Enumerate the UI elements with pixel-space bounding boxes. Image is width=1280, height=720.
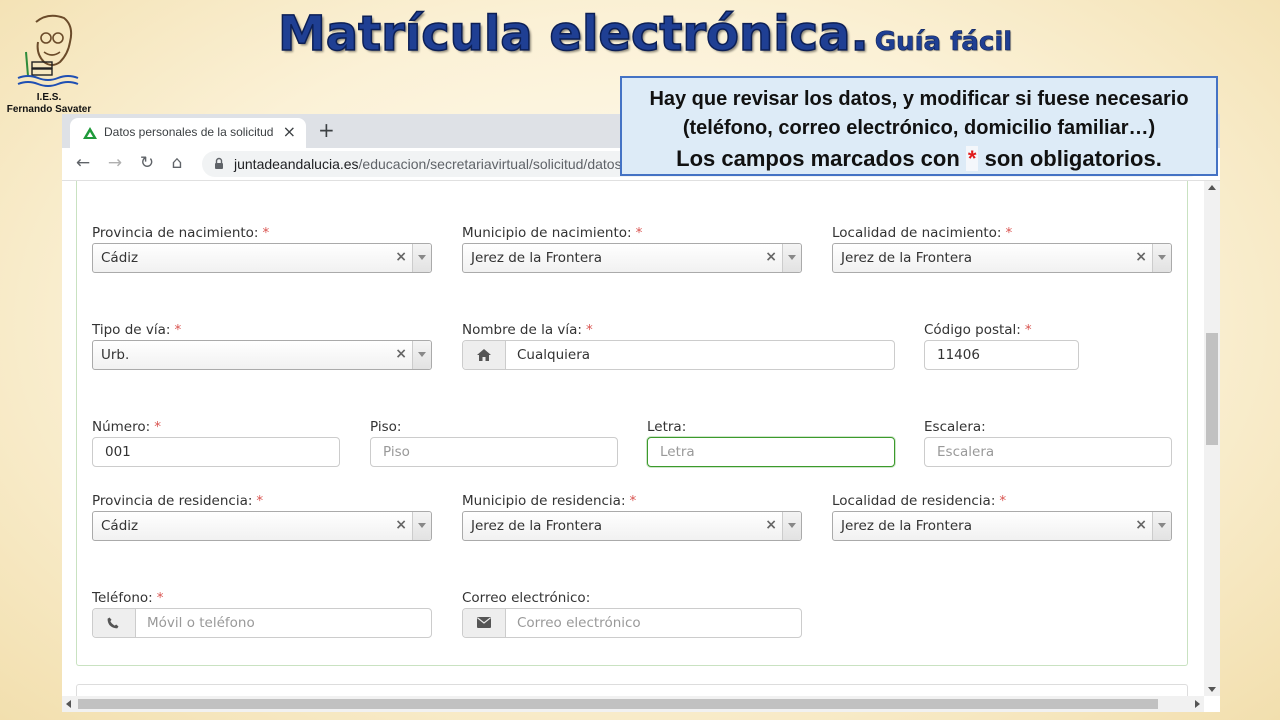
vertical-scrollbar[interactable] — [1204, 181, 1220, 696]
school-logo: I.E.S. Fernando Savater — [4, 12, 94, 116]
letra-input[interactable]: Letra — [647, 437, 895, 467]
callout-required-star: * — [965, 146, 979, 171]
callout-line2: (teléfono, correo electrónico, domicilio… — [682, 117, 1156, 139]
required-mark: * — [262, 225, 270, 241]
new-tab-button[interactable]: + — [318, 118, 335, 142]
localidad-nacimiento-select[interactable]: Jerez de la Frontera × — [832, 243, 1172, 273]
clear-icon[interactable]: × — [395, 249, 407, 265]
correo-input[interactable]: Correo electrónico — [462, 608, 802, 638]
lock-icon — [215, 157, 223, 169]
clear-icon[interactable]: × — [1135, 249, 1147, 265]
telefono-input[interactable]: Móvil o teléfono — [92, 608, 432, 638]
clear-icon[interactable]: × — [765, 249, 777, 265]
phone-addon — [93, 609, 136, 637]
piso-input[interactable]: Piso — [370, 437, 618, 467]
required-mark: * — [156, 590, 164, 606]
chevron-down-icon[interactable] — [1152, 512, 1171, 540]
tab-datos-personales[interactable]: Datos personales de la solicitud × — [70, 118, 306, 148]
horizontal-scroll-thumb[interactable] — [78, 699, 1158, 709]
browser-window: Datos personales de la solicitud × + ← →… — [62, 114, 1220, 712]
back-arrow-icon[interactable]: ← — [72, 153, 94, 173]
numero-input[interactable]: 001 — [92, 437, 340, 467]
escalera-input[interactable]: Escalera — [924, 437, 1172, 467]
label-municipio-residencia: Municipio de residencia: * — [462, 493, 637, 509]
required-mark: * — [1005, 225, 1013, 241]
municipio-nacimiento-select[interactable]: Jerez de la Frontera × — [462, 243, 802, 273]
url-text: juntadeandalucia.es/educacion/secretaria… — [234, 156, 622, 172]
callout-line3: Los campos marcados con * son obligatori… — [676, 146, 1162, 171]
instruction-callout: Hay que revisar los datos, y modificar s… — [620, 76, 1218, 176]
page-content: Provincia de nacimiento: * Cádiz × Munici… — [62, 181, 1204, 705]
chevron-down-icon[interactable] — [782, 512, 801, 540]
chevron-down-icon[interactable] — [782, 244, 801, 272]
label-numero: Número: * — [92, 419, 161, 435]
label-provincia-residencia: Provincia de residencia: * — [92, 493, 264, 509]
provincia-residencia-select[interactable]: Cádiz × — [92, 511, 432, 541]
slide-title-sub: Guía fácil — [874, 27, 1013, 58]
label-tipo-via: Tipo de vía: * — [92, 322, 182, 338]
horizontal-scrollbar[interactable] — [62, 696, 1204, 712]
required-mark: * — [154, 419, 161, 435]
label-localidad-residencia: Localidad de residencia: * — [832, 493, 1007, 509]
slide-title-main: Matrícula electrónica. — [277, 5, 869, 63]
tipo-via-select[interactable]: Urb. × — [92, 340, 432, 370]
label-telefono: Teléfono: * — [92, 590, 164, 606]
envelope-icon — [477, 617, 491, 628]
clear-icon[interactable]: × — [395, 517, 407, 533]
url-path: /educacion/secretariavirtual/solicitud/d… — [358, 156, 622, 172]
home-icon — [477, 349, 491, 361]
label-letra: Letra: — [647, 419, 687, 435]
slide-title: Matrícula electrónica. Guía fácil — [277, 5, 1038, 68]
municipio-residencia-select[interactable]: Jerez de la Frontera × — [462, 511, 802, 541]
required-mark: * — [999, 493, 1007, 509]
forward-arrow-icon[interactable]: → — [104, 153, 126, 173]
label-piso: Piso: — [370, 419, 402, 435]
label-nombre-via: Nombre de la vía: * — [462, 322, 593, 338]
home-addon — [463, 341, 506, 369]
chevron-down-icon[interactable] — [1152, 244, 1171, 272]
callout-line1: Hay que revisar los datos, y modificar s… — [649, 88, 1189, 110]
logo-text-line1: I.E.S. — [36, 92, 62, 103]
required-mark: * — [174, 322, 182, 338]
label-provincia-nacimiento: Provincia de nacimiento: * — [92, 225, 270, 241]
clear-icon[interactable]: × — [765, 517, 777, 533]
vertical-scroll-thumb[interactable] — [1206, 333, 1218, 445]
home-icon[interactable]: ⌂ — [166, 153, 188, 173]
chevron-down-icon[interactable] — [412, 341, 431, 369]
tab-title: Datos personales de la solicitud — [104, 125, 274, 139]
scroll-left-arrow-icon[interactable] — [66, 700, 71, 708]
url-domain: juntadeandalucia.es — [234, 156, 359, 172]
chevron-down-icon[interactable] — [412, 512, 431, 540]
label-localidad-nacimiento: Localidad de nacimiento: * — [832, 225, 1013, 241]
required-mark: * — [1024, 322, 1032, 338]
nombre-via-input[interactable]: Cualquiera — [462, 340, 895, 370]
school-logo-icon — [17, 14, 79, 87]
clear-icon[interactable]: × — [395, 346, 407, 362]
tab-close-icon[interactable]: × — [283, 122, 296, 141]
reload-icon[interactable]: ↻ — [136, 153, 158, 173]
label-correo: Correo electrónico: — [462, 590, 591, 606]
required-mark: * — [629, 493, 637, 509]
scroll-up-arrow-icon[interactable] — [1208, 185, 1216, 190]
label-municipio-nacimiento: Municipio de nacimiento: * — [462, 225, 643, 241]
provincia-nacimiento-select[interactable]: Cádiz × — [92, 243, 432, 273]
required-mark: * — [635, 225, 643, 241]
scroll-down-arrow-icon[interactable] — [1208, 687, 1216, 692]
label-codigo-postal: Código postal: * — [924, 322, 1032, 338]
mail-addon — [463, 609, 506, 637]
phone-icon — [107, 617, 119, 629]
codigo-postal-input[interactable]: 11406 — [924, 340, 1079, 370]
scroll-right-arrow-icon[interactable] — [1195, 700, 1200, 708]
clear-icon[interactable]: × — [1135, 517, 1147, 533]
label-escalera: Escalera: — [924, 419, 986, 435]
localidad-residencia-select[interactable]: Jerez de la Frontera × — [832, 511, 1172, 541]
required-mark: * — [256, 493, 264, 509]
junta-andalucia-favicon-icon — [83, 127, 97, 139]
chevron-down-icon[interactable] — [412, 244, 431, 272]
required-mark: * — [585, 322, 593, 338]
